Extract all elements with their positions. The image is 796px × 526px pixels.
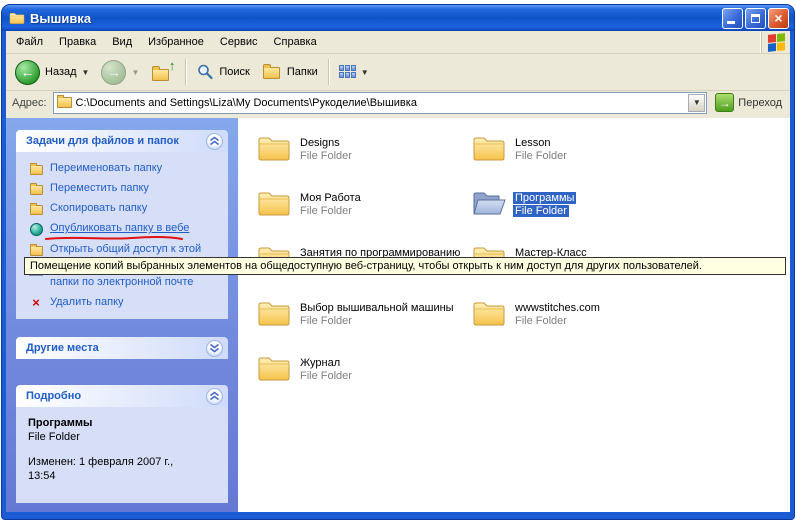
delete-icon: ×: [28, 296, 44, 309]
search-button[interactable]: Поиск: [191, 60, 254, 84]
views-dropdown-icon: ▼: [361, 68, 369, 77]
file-tasks-header[interactable]: Задачи для файлов и папок: [16, 130, 228, 152]
window-folder-icon: [9, 11, 25, 25]
details-section: Подробно Программы File Folder Изменен: …: [16, 385, 228, 503]
task-delete-folder[interactable]: × Удалить папку: [28, 296, 224, 309]
back-label: Назад: [45, 66, 77, 78]
go-button[interactable]: → Переход: [713, 93, 784, 112]
folders-icon: [262, 61, 282, 83]
forward-dropdown-icon: ▼: [131, 68, 139, 77]
file-item-vybor-mashiny[interactable]: Выбор вышивальной машиныFile Folder: [257, 299, 472, 354]
close-button[interactable]: ×: [768, 8, 789, 29]
task-pane: Задачи для файлов и папок Переименовать …: [6, 118, 238, 512]
file-item-wwwstitches[interactable]: wwwstitches.comFile Folder: [472, 299, 687, 354]
address-folder-icon: [57, 97, 72, 108]
globe-icon: [28, 222, 44, 236]
folder-icon: [472, 134, 506, 162]
details-header[interactable]: Подробно: [16, 385, 228, 407]
annotation-underline: [44, 235, 184, 242]
title-bar[interactable]: Вышивка ×: [2, 5, 794, 31]
file-item-designs[interactable]: DesignsFile Folder: [257, 134, 472, 189]
details-body: Программы File Folder Изменен: 1 февраля…: [16, 407, 228, 503]
menu-file[interactable]: Файл: [8, 33, 51, 51]
menu-edit[interactable]: Правка: [51, 33, 104, 51]
back-icon: ←: [15, 60, 40, 85]
file-tasks-title: Задачи для файлов и папок: [26, 135, 179, 147]
details-file-name: Программы: [28, 417, 224, 429]
back-dropdown-icon: ▼: [82, 68, 90, 77]
go-icon: →: [715, 93, 734, 112]
task-rename-folder[interactable]: Переименовать папку: [28, 162, 224, 175]
share-folder-icon: [28, 243, 44, 256]
menu-tools[interactable]: Сервис: [212, 33, 266, 51]
chevron-up-icon[interactable]: [206, 388, 223, 405]
task-copy-folder[interactable]: Скопировать папку: [28, 202, 224, 215]
back-button[interactable]: ← Назад ▼: [10, 57, 94, 88]
chevron-down-icon[interactable]: [206, 340, 223, 357]
address-label: Адрес:: [12, 97, 47, 109]
file-item-programmy-selected[interactable]: ПрограммыFile Folder: [472, 189, 687, 244]
folder-icon: [472, 299, 506, 327]
forward-button[interactable]: → ▼: [96, 57, 144, 88]
file-item-moya-rabota[interactable]: Моя РаботаFile Folder: [257, 189, 472, 244]
address-bar: Адрес: ▼ → Переход: [6, 91, 790, 118]
menu-view[interactable]: Вид: [104, 33, 140, 51]
file-item-zhurnal[interactable]: ЖурналFile Folder: [257, 354, 472, 409]
up-button[interactable]: ↑: [146, 58, 180, 86]
task-publish-folder-web[interactable]: Опубликовать папку в вебе: [28, 222, 224, 236]
toolbar: ← Назад ▼ → ▼ ↑ Поиск Папки ▼: [6, 54, 790, 91]
folders-button[interactable]: Папки: [257, 58, 323, 86]
toolbar-separator: [328, 59, 329, 85]
content-area: DesignsFile Folder LessonFile Folder Моя…: [238, 118, 790, 512]
address-combobox: ▼: [53, 92, 708, 114]
details-modified: Изменен: 1 февраля 2007 г., 13:54: [28, 455, 178, 483]
folder-icon: [28, 162, 44, 175]
explorer-window: Вышивка × Файл Правка Вид Избранное Серв…: [2, 5, 794, 519]
address-dropdown-button[interactable]: ▼: [688, 94, 705, 112]
views-button[interactable]: ▼: [334, 62, 374, 82]
windows-flag-icon: [768, 33, 785, 52]
toolbar-separator: [185, 59, 186, 85]
minimize-icon: [727, 21, 735, 24]
folders-label: Папки: [287, 66, 318, 78]
file-item-lesson[interactable]: LessonFile Folder: [472, 134, 687, 189]
file-tasks-section: Задачи для файлов и папок Переименовать …: [16, 130, 228, 319]
other-places-title: Другие места: [26, 342, 99, 354]
other-places-header[interactable]: Другие места: [16, 337, 228, 359]
file-tasks-body: Переименовать папку Переместить папку Ск…: [16, 152, 228, 319]
window-title: Вышивка: [30, 11, 717, 26]
task-share-folder[interactable]: Открыть общий доступ к этой: [28, 243, 224, 256]
menu-bar: Файл Правка Вид Избранное Сервис Справка: [6, 31, 790, 54]
up-folder-icon: ↑: [151, 61, 175, 83]
views-icon: [339, 65, 356, 79]
search-icon: [196, 63, 214, 81]
folder-icon: [257, 299, 291, 327]
folder-icon: [257, 189, 291, 217]
menu-help[interactable]: Справка: [266, 33, 325, 51]
open-folder-icon: [472, 189, 506, 217]
details-file-type: File Folder: [28, 431, 224, 443]
folder-icon: [28, 182, 44, 195]
other-places-section: Другие места: [16, 337, 228, 359]
go-label: Переход: [738, 97, 782, 109]
folder-icon: [257, 134, 291, 162]
folder-icon: [28, 202, 44, 215]
minimize-button[interactable]: [722, 8, 743, 29]
details-title: Подробно: [26, 390, 81, 402]
maximize-button[interactable]: [745, 8, 766, 29]
maximize-icon: [751, 14, 760, 23]
windows-logo: [761, 32, 788, 53]
menu-favorites[interactable]: Избранное: [140, 33, 212, 51]
tooltip: Помещение копий выбранных элементов на о…: [24, 257, 786, 275]
main-area: Задачи для файлов и папок Переименовать …: [6, 118, 790, 512]
address-input[interactable]: [76, 97, 685, 109]
folder-icon: [257, 354, 291, 382]
task-move-folder[interactable]: Переместить папку: [28, 182, 224, 195]
search-label: Поиск: [219, 66, 249, 78]
forward-icon: →: [101, 60, 126, 85]
chevron-up-icon[interactable]: [206, 133, 223, 150]
